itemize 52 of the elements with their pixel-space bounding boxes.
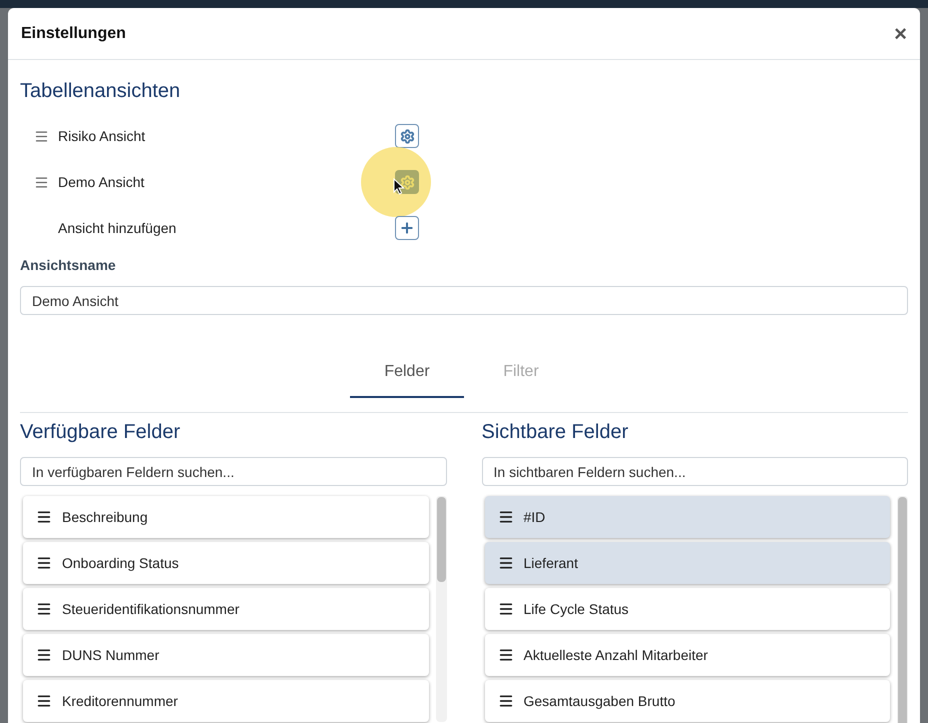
drag-handle-icon[interactable]	[498, 693, 514, 709]
tab[interactable]: Felder	[350, 348, 464, 398]
field-item[interactable]: Steueridentifikationsnummer	[23, 588, 428, 630]
drag-handle-icon[interactable]	[36, 601, 52, 617]
drag-handle-icon[interactable]	[36, 509, 52, 525]
field-name: Onboarding Status	[62, 554, 179, 573]
field-item[interactable]: Gesamtausgaben Brutto	[484, 680, 890, 722]
close-button[interactable]: ×	[894, 22, 907, 44]
drag-handle-icon[interactable]	[36, 647, 52, 663]
drag-handle-icon[interactable]	[34, 128, 48, 144]
search-field[interactable]: In verfügbaren Feldern suchen...	[20, 457, 446, 486]
drag-handle-icon[interactable]	[498, 555, 514, 571]
drag-handle-icon[interactable]	[498, 601, 514, 617]
drag-handle-icon[interactable]	[498, 647, 514, 663]
field-item[interactable]: DUNS Nummer	[23, 634, 428, 676]
scrollbar[interactable]	[436, 496, 446, 722]
add-view-label: Ansicht hinzufügen	[58, 218, 178, 238]
add-view-button[interactable]	[395, 216, 419, 240]
view-name-field[interactable]: Demo Ansicht	[20, 286, 908, 315]
settings-icon	[400, 174, 414, 190]
search-field[interactable]: In sichtbaren Feldern suchen...	[482, 457, 908, 486]
section-title: Sichtbare Felder	[482, 420, 630, 444]
field-item[interactable]: #ID	[484, 496, 890, 538]
view-name: Risiko Ansicht	[58, 126, 146, 146]
field-name: Lieferant	[524, 554, 578, 572]
section-title: Tabellenansichten	[20, 79, 182, 103]
field-name: Kreditorennummer	[62, 692, 178, 710]
field-name: Aktuelleste Anzahl Mitarbeiter	[524, 646, 708, 664]
mouse-cursor-icon	[393, 178, 405, 195]
field-item[interactable]: Aktuelleste Anzahl Mitarbeiter	[484, 634, 890, 676]
field-name: #ID	[524, 508, 546, 526]
field-item[interactable]: Beschreibung	[23, 496, 428, 538]
field-item[interactable]: Lieferant	[484, 542, 890, 584]
view-name: Demo Ansicht	[58, 172, 146, 192]
field-name: Steueridentifikationsnummer	[62, 600, 240, 618]
field-item[interactable]: Life Cycle Status	[484, 588, 890, 630]
drag-handle-icon[interactable]	[498, 509, 514, 525]
section-title: Verfügbare Felder	[20, 420, 182, 444]
plus-icon	[399, 220, 415, 236]
drag-handle-icon[interactable]	[34, 174, 48, 190]
drag-handle-icon[interactable]	[36, 693, 52, 709]
field-item[interactable]: Onboarding Status	[23, 542, 428, 584]
field-name: Life Cycle Status	[524, 600, 629, 619]
settings-icon	[400, 128, 414, 144]
field-name: Beschreibung	[62, 508, 148, 527]
dialog-title: Einstellungen	[21, 24, 126, 44]
field-name: Gesamtausgaben Brutto	[524, 692, 676, 711]
field-label: Ansichtsname	[20, 256, 117, 275]
scrollbar[interactable]	[897, 496, 908, 723]
field-item[interactable]: Kreditorennummer	[23, 680, 428, 722]
field-name: DUNS Nummer	[62, 646, 160, 664]
drag-handle-icon[interactable]	[36, 555, 52, 571]
